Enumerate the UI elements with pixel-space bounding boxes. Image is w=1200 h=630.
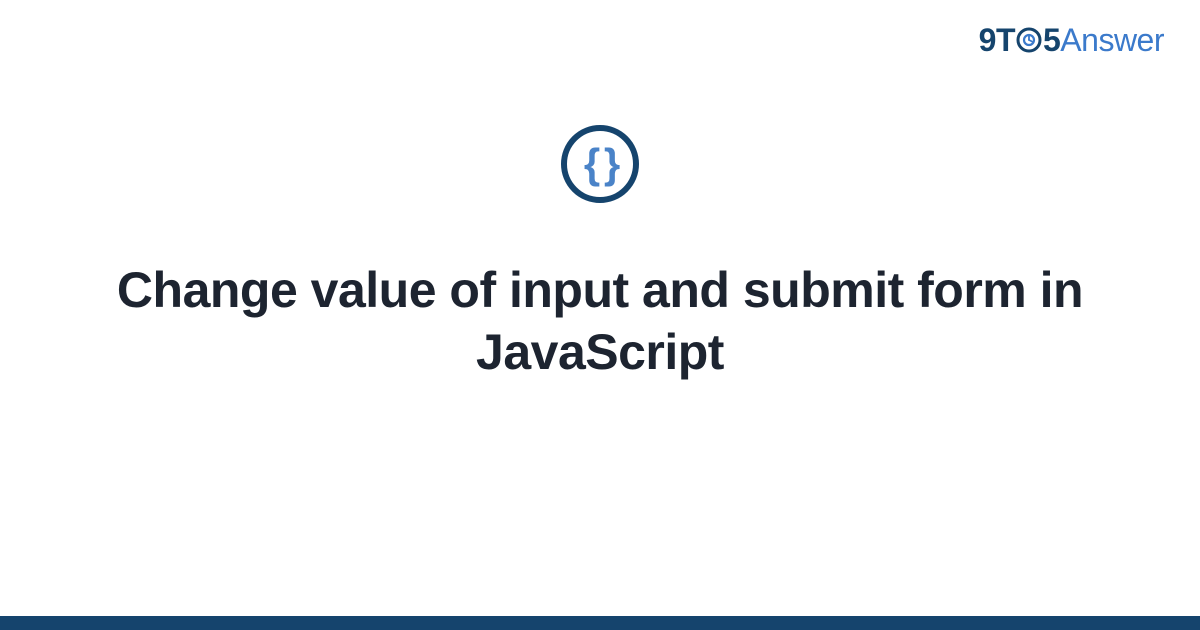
brand-answer: Answer bbox=[1060, 22, 1164, 58]
main-content: { } Change value of input and submit for… bbox=[0, 125, 1200, 383]
footer-bar bbox=[0, 616, 1200, 630]
brand-five: 5 bbox=[1043, 22, 1060, 58]
code-braces-icon: { } bbox=[584, 143, 616, 185]
page-title: Change value of input and submit form in… bbox=[90, 259, 1110, 383]
brand-nine: 9 bbox=[979, 22, 996, 58]
brand-t: T bbox=[996, 22, 1015, 58]
code-badge: { } bbox=[561, 125, 639, 203]
brand-logo: 9T5Answer bbox=[979, 22, 1164, 61]
clock-icon bbox=[1016, 24, 1042, 61]
